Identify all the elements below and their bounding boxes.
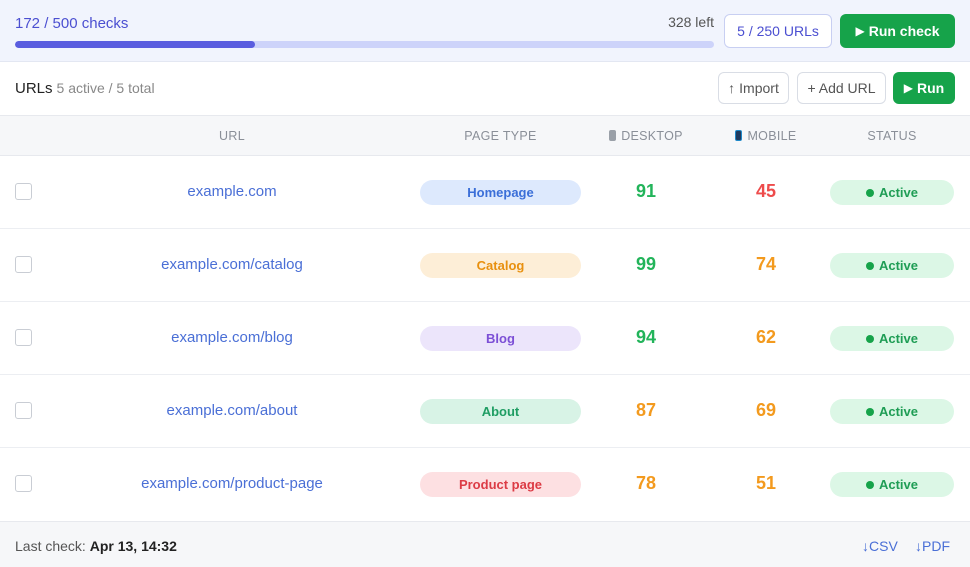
- import-label: Import: [739, 80, 779, 96]
- row-checkbox[interactable]: [15, 256, 32, 273]
- import-button[interactable]: ↑ Import: [718, 72, 789, 104]
- mobile-score: 45: [755, 181, 777, 201]
- row-checkbox[interactable]: [15, 183, 32, 200]
- play-icon: ▶: [855, 24, 865, 38]
- run-check-button[interactable]: ▶ Run check: [840, 14, 955, 48]
- quota-progress-fill: [15, 41, 256, 48]
- table-header: URL PAGE TYPE DESKTOP MOBILE STATUS: [0, 115, 970, 156]
- row-url-link[interactable]: example.com/catalog: [82, 256, 382, 273]
- add-url-button[interactable]: + Add URL: [797, 72, 886, 104]
- mobile-score: 51: [755, 473, 777, 493]
- row-checkbox[interactable]: [15, 329, 32, 346]
- status-badge: Active: [830, 326, 954, 351]
- download-arrow-icon: ↓: [862, 538, 869, 554]
- run-check-label: Run check: [868, 23, 940, 39]
- run-label: Run: [917, 80, 945, 96]
- section-title-text: URLs: [15, 80, 53, 97]
- page-type-badge: Homepage: [420, 180, 581, 205]
- status-badge: Active: [830, 472, 954, 497]
- row-checkbox[interactable]: [15, 475, 32, 492]
- export-csv-link[interactable]: ↓CSV: [862, 538, 898, 554]
- column-header-mobile[interactable]: MOBILE: [716, 129, 816, 143]
- page-type-badge: Blog: [420, 326, 581, 351]
- status-label: Active: [878, 331, 919, 346]
- upload-arrow-icon: ↑: [728, 80, 736, 96]
- status-badge: Active: [830, 399, 954, 424]
- play-icon: ▶: [903, 81, 913, 95]
- mobile-label: MOBILE: [747, 129, 797, 143]
- quota-progress-track: [15, 41, 714, 48]
- mobile-score: 69: [755, 400, 777, 420]
- status-label: Active: [878, 258, 919, 273]
- page-type-badge: About: [420, 399, 581, 424]
- column-header-url[interactable]: URL: [132, 129, 332, 143]
- last-check-value: Apr 13, 14:32: [89, 538, 177, 554]
- status-dot-icon: [865, 261, 874, 270]
- last-check: Last check: Apr 13, 14:32: [15, 538, 177, 554]
- section-subtitle: 5 active / 5 total: [56, 80, 155, 96]
- page-type-badge: Catalog: [420, 253, 581, 278]
- row-checkbox[interactable]: [15, 402, 32, 419]
- mobile-score: 62: [755, 327, 777, 347]
- status-dot-icon: [865, 480, 874, 489]
- desktop-score: 91: [635, 181, 657, 201]
- footer: Last check: Apr 13, 14:32 ↓CSV ↓PDF: [0, 521, 970, 567]
- quota-remaining: 328 left: [668, 14, 714, 30]
- section-title: URLs 5 active / 5 total: [15, 80, 155, 97]
- table-row: example.com/catalog Catalog 99 74 Active: [0, 229, 970, 302]
- desktop-score: 94: [635, 327, 657, 347]
- status-dot-icon: [865, 188, 874, 197]
- row-url-link[interactable]: example.com: [82, 183, 382, 200]
- table-row: example.com/blog Blog 94 62 Active: [0, 302, 970, 375]
- mobile-icon: [735, 130, 743, 141]
- run-button[interactable]: ▶ Run: [893, 72, 955, 104]
- column-header-desktop[interactable]: DESKTOP: [596, 129, 696, 143]
- column-header-page-type[interactable]: PAGE TYPE: [420, 129, 581, 143]
- page-type-badge: Product page: [420, 472, 581, 497]
- table-row: example.com/product-page Product page 78…: [0, 448, 970, 521]
- status-dot-icon: [865, 407, 874, 416]
- urls-count-button[interactable]: 5 / 250 URLs: [724, 14, 832, 48]
- status-dot-icon: [865, 334, 874, 343]
- desktop-label: DESKTOP: [621, 129, 683, 143]
- csv-label: CSV: [869, 538, 898, 554]
- row-url-link[interactable]: example.com/product-page: [82, 475, 382, 492]
- table-row: example.com/about About 87 69 Active: [0, 375, 970, 448]
- desktop-score: 87: [635, 400, 657, 420]
- row-url-link[interactable]: example.com/blog: [82, 329, 382, 346]
- status-badge: Active: [830, 180, 954, 205]
- status-badge: Active: [830, 253, 954, 278]
- status-label: Active: [878, 404, 919, 419]
- row-url-link[interactable]: example.com/about: [82, 402, 382, 419]
- download-arrow-icon: ↓: [915, 538, 922, 554]
- last-check-label: Last check:: [15, 538, 86, 554]
- quota-label: 172 / 500 checks: [15, 15, 129, 32]
- table-row: example.com Homepage 91 45 Active: [0, 156, 970, 229]
- quota-bar: 172 / 500 checks 328 left 5 / 250 URLs ▶…: [0, 0, 970, 62]
- column-header-status[interactable]: STATUS: [830, 129, 954, 143]
- status-label: Active: [878, 185, 919, 200]
- export-pdf-link[interactable]: ↓PDF: [915, 538, 950, 554]
- mobile-score: 74: [755, 254, 777, 274]
- desktop-score: 78: [635, 473, 657, 493]
- desktop-icon: [609, 130, 617, 141]
- status-label: Active: [878, 477, 919, 492]
- pdf-label: PDF: [922, 538, 950, 554]
- desktop-score: 99: [635, 254, 657, 274]
